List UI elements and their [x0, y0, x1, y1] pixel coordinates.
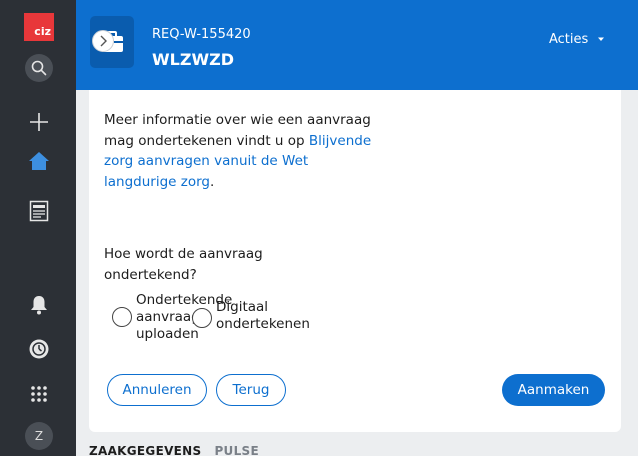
back-button[interactable]: Terug: [216, 374, 286, 406]
document-icon[interactable]: [24, 196, 54, 226]
apps-grid-icon[interactable]: [24, 379, 54, 409]
sidebar: ciz Z: [0, 0, 76, 456]
tab-zaakgegevens[interactable]: ZAAKGEGEVENS: [89, 444, 201, 456]
case-title: WLZWZD: [152, 50, 234, 69]
home-icon[interactable]: [24, 146, 54, 176]
chevron-right-icon: [100, 35, 107, 47]
cancel-button[interactable]: Annuleren: [107, 374, 207, 406]
case-tabs: ZAAKGEGEVENS PULSE: [89, 444, 259, 456]
info-suffix: .: [209, 173, 215, 190]
avatar-initial: Z: [34, 429, 44, 443]
expand-sidebar-button[interactable]: [92, 30, 114, 52]
actions-label: Acties: [549, 32, 589, 47]
logo-text: ciz: [34, 25, 51, 38]
search-icon[interactable]: [25, 54, 53, 82]
actions-menu-button[interactable]: Acties: [549, 32, 605, 47]
caret-down-icon: [598, 37, 605, 41]
digital-sign-label[interactable]: Digitaal ondertekenen: [216, 299, 336, 333]
radio-upload-signed[interactable]: [112, 307, 132, 327]
user-avatar[interactable]: Z: [25, 422, 53, 450]
ciz-logo[interactable]: ciz: [24, 13, 54, 41]
radio-digital-sign[interactable]: [192, 308, 212, 328]
history-icon[interactable]: [24, 334, 54, 364]
bell-icon[interactable]: [24, 290, 54, 320]
create-case-form: Meer informatie over wie een aanvraag ma…: [89, 90, 621, 432]
case-id: REQ-W-155420: [152, 27, 251, 42]
create-button[interactable]: Aanmaken: [502, 374, 605, 406]
plus-icon[interactable]: [24, 107, 54, 137]
signing-info-text: Meer informatie over wie een aanvraag ma…: [104, 110, 374, 192]
tab-pulse[interactable]: PULSE: [214, 444, 259, 456]
signing-question: Hoe wordt de aanvraag ondertekend?: [104, 246, 263, 283]
